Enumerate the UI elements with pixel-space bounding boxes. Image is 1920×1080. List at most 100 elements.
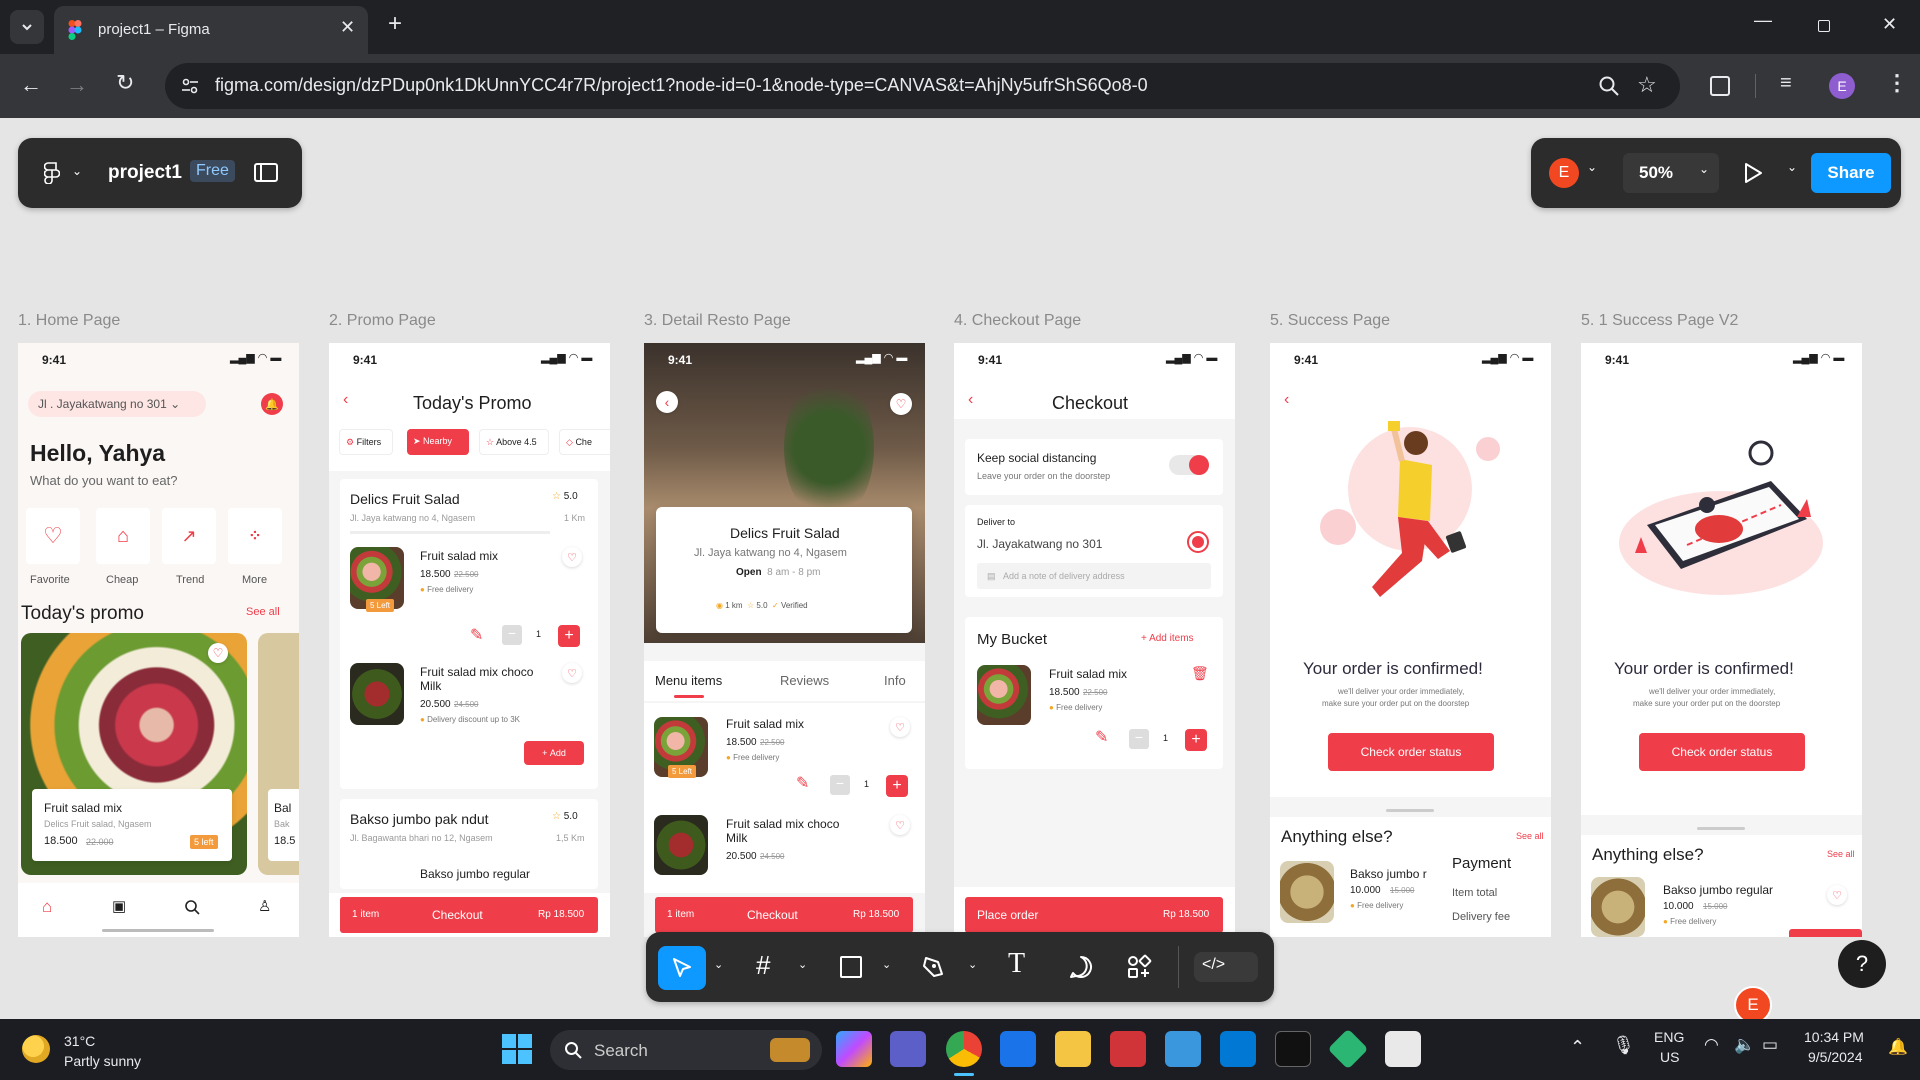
frame-tool-chevron-icon[interactable]: ⌄ xyxy=(798,958,807,971)
recorder-app-icon[interactable] xyxy=(1110,1031,1146,1067)
filter-chip-rating[interactable]: ☆ Above 4.5 xyxy=(479,429,549,455)
media-control-icon[interactable]: ≡ xyxy=(1780,72,1792,95)
edit-pencil-icon[interactable]: ✎ xyxy=(1095,727,1108,747)
filter-chip-nearby[interactable]: ➤ Nearby xyxy=(407,429,469,455)
frame-detail[interactable]: 9:41 ▂▄▆ ◠ ▬ ‹ ♡ Delics Fruit Salad Jl. … xyxy=(644,343,925,937)
favorite-heart-icon[interactable]: ♡ xyxy=(890,815,910,835)
chrome-app-icon[interactable] xyxy=(946,1031,982,1067)
nav-orders-icon[interactable]: ▣ xyxy=(112,897,126,915)
see-all-link[interactable]: See all xyxy=(246,606,280,618)
lang-2[interactable]: US xyxy=(1660,1049,1679,1065)
move-tool-chevron-icon[interactable]: ⌄ xyxy=(714,958,723,971)
item-image[interactable] xyxy=(1591,877,1645,937)
file-name[interactable]: project1 xyxy=(108,162,182,184)
frame-label-detail[interactable]: 3. Detail Resto Page xyxy=(644,312,791,330)
nav-profile-icon[interactable]: ♙ xyxy=(258,897,271,915)
close-tab-icon[interactable]: ✕ xyxy=(340,17,355,38)
category-trend[interactable]: ↗ xyxy=(162,508,216,564)
back-chevron-icon[interactable]: ‹ xyxy=(656,391,678,413)
move-tool[interactable] xyxy=(658,946,706,990)
frame-label-success-v2[interactable]: 5. 1 Success Page V2 xyxy=(1581,312,1738,330)
microphone-icon[interactable]: 🎙 xyxy=(1612,1035,1635,1056)
zoom-dropdown[interactable]: 50% ⌄ xyxy=(1623,153,1719,193)
add-items-link[interactable]: + Add items xyxy=(1141,633,1194,644)
edit-pencil-icon[interactable]: ✎ xyxy=(470,625,483,645)
lang-1[interactable]: ENG xyxy=(1654,1029,1684,1045)
frame-promo[interactable]: 9:41 ▂▄▆ ◠ ▬ ‹ Today's Promo ⚙ Filters ➤… xyxy=(329,343,610,937)
frame-label-home[interactable]: 1. Home Page xyxy=(18,312,120,330)
category-more[interactable]: ⁘ xyxy=(228,508,282,564)
terminal-app-icon[interactable] xyxy=(1275,1031,1311,1067)
notification-bell-icon[interactable]: 🔔 xyxy=(261,393,283,415)
category-cheap[interactable]: ⌂ xyxy=(96,508,150,564)
new-tab-button[interactable]: + xyxy=(388,10,402,38)
figma-menu-icon[interactable] xyxy=(44,162,60,184)
menu-chevron-icon[interactable]: ⌄ xyxy=(72,164,82,178)
frame-label-checkout[interactable]: 4. Checkout Page xyxy=(954,312,1081,330)
copilot-app-icon[interactable] xyxy=(836,1031,872,1067)
item-image[interactable] xyxy=(350,663,404,725)
actions-tool-icon[interactable] xyxy=(1126,954,1152,980)
figma-canvas[interactable]: ⌄ project1 Free E ⌄ 50% ⌄ ⌄ Share 1. Hom… xyxy=(0,118,1920,1019)
weather-widget[interactable]: 31°C Partly sunny xyxy=(22,1029,182,1073)
resto-card-1[interactable]: Delics Fruit Salad ☆ 5.0 Jl. Jaya katwan… xyxy=(340,479,598,789)
qty-plus[interactable]: + xyxy=(886,775,908,797)
tab-menu-items[interactable]: Menu items xyxy=(655,673,722,688)
frame-checkout[interactable]: 9:41 ▂▄▆ ◠ ▬ ‹ Checkout Keep social dist… xyxy=(954,343,1235,937)
address-radio[interactable] xyxy=(1187,531,1209,553)
file-explorer-icon[interactable] xyxy=(1055,1031,1091,1067)
plan-badge[interactable]: Free xyxy=(190,160,235,182)
pen-tool-chevron-icon[interactable]: ⌄ xyxy=(968,958,977,971)
frame-success-v2[interactable]: 9:41 ▂▄▆ ◠ ▬ Your order is confirmed! we… xyxy=(1581,343,1862,937)
qty-minus[interactable]: − xyxy=(1129,729,1149,749)
snipping-app-icon[interactable] xyxy=(1385,1031,1421,1067)
tray-overflow-icon[interactable]: ⌃ xyxy=(1570,1037,1585,1058)
battery-icon[interactable]: ▭ xyxy=(1762,1035,1778,1055)
place-order-bar[interactable]: Place order Rp 18.500 xyxy=(965,897,1223,933)
avatar-chevron-icon[interactable]: ⌄ xyxy=(1587,160,1597,174)
back-chevron-icon[interactable]: ‹ xyxy=(1284,391,1289,409)
teams-app-icon[interactable] xyxy=(890,1031,926,1067)
comment-tool-icon[interactable] xyxy=(1068,954,1094,980)
item-image[interactable] xyxy=(977,665,1031,725)
zoom-icon[interactable] xyxy=(1598,75,1620,97)
site-info-icon[interactable] xyxy=(181,77,199,95)
delete-icon[interactable]: 🗑 xyxy=(1191,665,1209,682)
filter-chip-cheap[interactable]: ◇ Che xyxy=(559,429,610,455)
mail-app-icon[interactable] xyxy=(1000,1031,1036,1067)
help-button[interactable]: ? xyxy=(1838,940,1886,988)
see-all-link[interactable]: See all xyxy=(1827,849,1855,859)
favorite-heart-icon[interactable]: ♡ xyxy=(562,663,582,683)
forward-icon[interactable]: → xyxy=(66,72,88,98)
nav-search-icon[interactable] xyxy=(184,899,200,915)
distancing-toggle[interactable] xyxy=(1169,455,1209,475)
vscode-app-icon[interactable] xyxy=(1220,1031,1256,1067)
volume-icon[interactable]: 🔈 xyxy=(1734,1035,1755,1055)
edit-pencil-icon[interactable]: ✎ xyxy=(796,773,809,793)
favorite-heart-icon[interactable]: ♡ xyxy=(1827,885,1847,905)
item-image[interactable] xyxy=(654,815,708,875)
qty-plus[interactable]: + xyxy=(558,625,580,647)
cropped-button[interactable] xyxy=(1789,929,1862,937)
back-icon[interactable]: ← xyxy=(20,72,42,98)
user-avatar[interactable]: E xyxy=(1549,158,1579,188)
favorite-heart-icon[interactable]: ♡ xyxy=(890,393,912,415)
checkout-bar[interactable]: 1 item Checkout Rp 18.500 xyxy=(340,897,598,933)
wifi-icon[interactable]: ◠ xyxy=(1704,1035,1719,1055)
note-input[interactable]: ▤ Add a note of delivery address xyxy=(977,563,1211,589)
pen-tool-icon[interactable] xyxy=(922,954,948,980)
promo-card[interactable]: Fruit salad mix Delics Fruit salad, Ngas… xyxy=(32,789,232,861)
browser-menu-icon[interactable]: ⋮ xyxy=(1886,70,1908,96)
profile-avatar[interactable]: E xyxy=(1829,73,1855,99)
back-chevron-icon[interactable]: ‹ xyxy=(343,391,348,409)
frame-home[interactable]: 9:41 ▂▄▆ ◠ ▬ Jl . Jayakatwang no 301 ⌄ 🔔… xyxy=(18,343,299,937)
minimize-button[interactable]: — xyxy=(1754,10,1772,31)
tab-list-button[interactable] xyxy=(10,10,44,44)
restore-button[interactable] xyxy=(1818,20,1830,32)
check-order-status-button[interactable]: Check order status xyxy=(1328,733,1494,771)
favorite-heart-icon[interactable]: ♡ xyxy=(890,717,910,737)
rectangle-tool-icon[interactable] xyxy=(840,956,862,978)
clock-date[interactable]: 9/5/2024 xyxy=(1808,1049,1863,1065)
present-chevron-icon[interactable]: ⌄ xyxy=(1787,160,1797,174)
address-bar[interactable]: figma.com/design/dzPDup0nk1DkUnnYCC4r7R/… xyxy=(165,63,1680,109)
